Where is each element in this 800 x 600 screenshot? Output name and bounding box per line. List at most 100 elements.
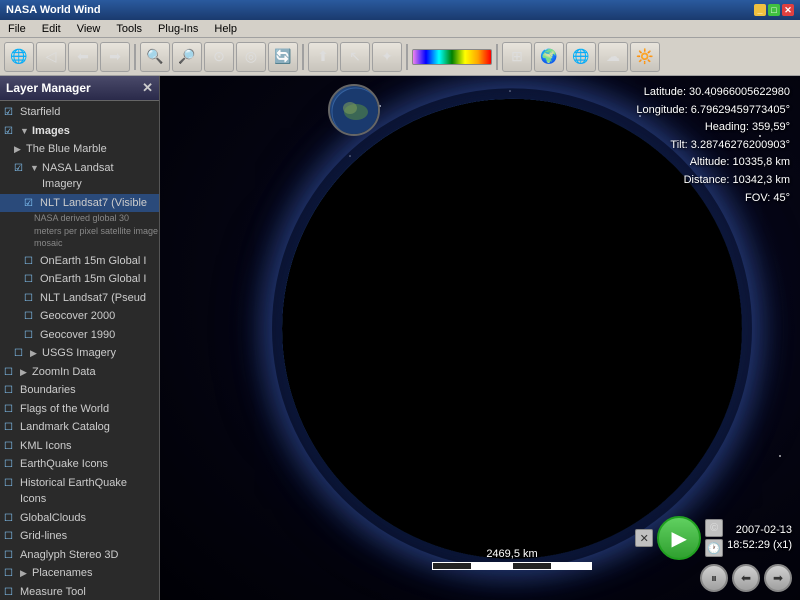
menu-edit[interactable]: Edit — [38, 22, 65, 36]
layer-checkbox[interactable]: ☑ — [24, 196, 38, 211]
layer-checkbox[interactable]: ☐ — [24, 291, 38, 306]
list-item[interactable]: ☐ Landmark Catalog — [0, 418, 159, 437]
scale-segment — [512, 562, 552, 570]
toolbar-back-btn[interactable]: ◁ — [36, 42, 66, 72]
play-button[interactable]: ▶ — [657, 516, 701, 560]
layer-checkbox[interactable]: ☐ — [24, 272, 38, 287]
list-item[interactable]: ☐ Boundaries — [0, 381, 159, 400]
toolbar-rotate-btn[interactable]: 🔄 — [268, 42, 298, 72]
layer-label: NLT Landsat7 (Pseud — [40, 290, 155, 307]
layer-checkbox[interactable]: ☐ — [4, 529, 18, 544]
list-item[interactable]: ☐ ▶ Placenames — [0, 564, 159, 583]
toolbar-target-btn[interactable]: ⊙ — [204, 42, 234, 72]
list-item[interactable]: ☐ GlobalClouds — [0, 509, 159, 528]
layer-checkbox[interactable]: ☑ — [4, 124, 18, 139]
timer-icon[interactable]: 🕐 — [705, 539, 723, 557]
layer-checkbox[interactable]: ☐ — [24, 309, 38, 324]
layer-checkbox[interactable]: ☐ — [4, 439, 18, 454]
toolbar-sep3 — [406, 44, 408, 70]
layer-expand-icon[interactable]: ▼ — [20, 125, 30, 139]
playback-close-button[interactable]: ✕ — [635, 529, 653, 547]
layer-checkbox[interactable]: ☐ — [4, 420, 18, 435]
layer-checkbox[interactable]: ☑ — [4, 105, 18, 120]
coord-latitude: Latitude: 30.40966005622980 — [636, 84, 790, 102]
list-item[interactable]: ☐ NLT Landsat7 (Pseud — [0, 289, 159, 308]
list-item[interactable]: ☐ ▶ ZoomIn Data — [0, 363, 159, 382]
toolbar-map-btn[interactable]: 🌍 — [534, 42, 564, 72]
layer-checkbox[interactable]: ☐ — [4, 548, 18, 563]
menu-view[interactable]: View — [73, 22, 105, 36]
menu-help[interactable]: Help — [210, 22, 241, 36]
toolbar-left-btn[interactable]: ⬅ — [68, 42, 98, 72]
toolbar-clouds-btn[interactable]: ☁ — [598, 42, 628, 72]
layer-label: Flags of the World — [20, 401, 155, 418]
toolbar-sep1 — [134, 44, 136, 70]
menu-tools[interactable]: Tools — [112, 22, 146, 36]
layer-checkbox[interactable]: ☐ — [24, 254, 38, 269]
list-item[interactable]: ☐ Geocover 2000 — [0, 307, 159, 326]
list-item[interactable]: ☐ EarthQuake Icons — [0, 455, 159, 474]
datetime-display: 2007-02-13 18:52:29 (x1) — [727, 523, 792, 554]
list-item[interactable]: ☐ Historical EarthQuake Icons — [0, 474, 159, 509]
toolbar-layers-btn[interactable]: ⊞ — [502, 42, 532, 72]
layer-checkbox[interactable]: ☐ — [4, 383, 18, 398]
layer-checkbox[interactable]: ☑ — [14, 161, 28, 176]
list-item[interactable]: ☐ OnEarth 15m Global I — [0, 252, 159, 271]
playback-panel: ✕ ▶ © 🕐 2007-02-13 18:52:29 (x1) ⏸ ⬅ ➡ — [635, 516, 792, 592]
layer-expand-icon[interactable]: ▶ — [20, 567, 30, 581]
layer-checkbox[interactable]: ☐ — [4, 476, 18, 491]
layer-checkbox[interactable]: ☐ — [4, 585, 18, 600]
toolbar-3d-btn[interactable]: 🌐 — [566, 42, 596, 72]
step-back-button[interactable]: ⬅ — [732, 564, 760, 592]
layer-checkbox[interactable]: ☐ — [14, 346, 28, 361]
list-item[interactable]: ☐ Flags of the World — [0, 400, 159, 419]
clock-icon[interactable]: © — [705, 519, 723, 537]
layer-checkbox[interactable]: ☐ — [24, 328, 38, 343]
layer-expand-icon[interactable]: ▶ — [14, 143, 24, 157]
maximize-button[interactable]: □ — [768, 4, 780, 16]
toolbar-tilt-btn[interactable]: ✦ — [372, 42, 402, 72]
layer-label: NLT Landsat7 (Visible — [40, 195, 155, 212]
layer-checkbox[interactable]: ☐ — [4, 566, 18, 581]
minimize-button[interactable]: _ — [754, 4, 766, 16]
list-item[interactable]: ☑ ▼ Images — [0, 122, 159, 141]
list-item[interactable]: ☐ Anaglyph Stereo 3D — [0, 546, 159, 565]
layer-checkbox[interactable]: ☐ — [4, 365, 18, 380]
toolbar-globe-btn[interactable]: 🌐 — [4, 42, 34, 72]
layer-label: The Blue Marble — [26, 141, 155, 158]
list-item[interactable]: ☐ Measure Tool — [0, 583, 159, 600]
layer-manager-panel: Layer Manager ✕ ☑ Starfield ☑ ▼ Images ▶… — [0, 76, 160, 600]
toolbar-nw-btn[interactable]: ↖ — [340, 42, 370, 72]
window-close-button[interactable]: ✕ — [782, 4, 794, 16]
toolbar-right-btn[interactable]: ➡ — [100, 42, 130, 72]
toolbar-zoom-out-btn[interactable]: 🔎 — [172, 42, 202, 72]
list-item[interactable]: ☐ Geocover 1990 — [0, 326, 159, 345]
list-item[interactable]: ☐ ▶ USGS Imagery — [0, 344, 159, 363]
layer-expand-icon[interactable]: ▶ — [20, 366, 30, 380]
menu-file[interactable]: File — [4, 22, 30, 36]
list-item[interactable]: ☐ Grid-lines — [0, 527, 159, 546]
list-item[interactable]: ▶ The Blue Marble — [0, 140, 159, 159]
layer-checkbox[interactable]: ☐ — [4, 457, 18, 472]
toolbar-north-btn[interactable]: ⬆ — [308, 42, 338, 72]
list-item[interactable]: ☐ OnEarth 15m Global I — [0, 270, 159, 289]
scale-label: 2469,5 km — [486, 548, 537, 560]
layer-checkbox[interactable]: ☐ — [4, 511, 18, 526]
coord-longitude: Longitude: 6.79629459773405° — [636, 102, 790, 120]
toolbar-sun-btn[interactable]: 🔆 — [630, 42, 660, 72]
pause-button[interactable]: ⏸ — [700, 564, 728, 592]
step-forward-button[interactable]: ➡ — [764, 564, 792, 592]
list-item[interactable]: ☐ KML Icons — [0, 437, 159, 456]
toolbar-zoom-in-btn[interactable]: 🔍 — [140, 42, 170, 72]
list-item[interactable]: ☑ NLT Landsat7 (Visible — [0, 194, 159, 213]
list-item[interactable]: ☑ ▼ NASA Landsat Imagery — [0, 159, 159, 194]
layer-checkbox[interactable]: ☐ — [4, 402, 18, 417]
toolbar-sep2 — [302, 44, 304, 70]
layer-expand-icon[interactable]: ▶ — [30, 347, 40, 361]
menu-plugins[interactable]: Plug-Ins — [154, 22, 202, 36]
list-item[interactable]: ☑ Starfield — [0, 103, 159, 122]
layer-panel-close-button[interactable]: ✕ — [142, 80, 153, 96]
layer-expand-icon[interactable]: ▼ — [30, 162, 40, 176]
toolbar-orbit-btn[interactable]: ◎ — [236, 42, 266, 72]
globe-viewport[interactable]: Latitude: 30.40966005622980 Longitude: 6… — [160, 76, 800, 600]
